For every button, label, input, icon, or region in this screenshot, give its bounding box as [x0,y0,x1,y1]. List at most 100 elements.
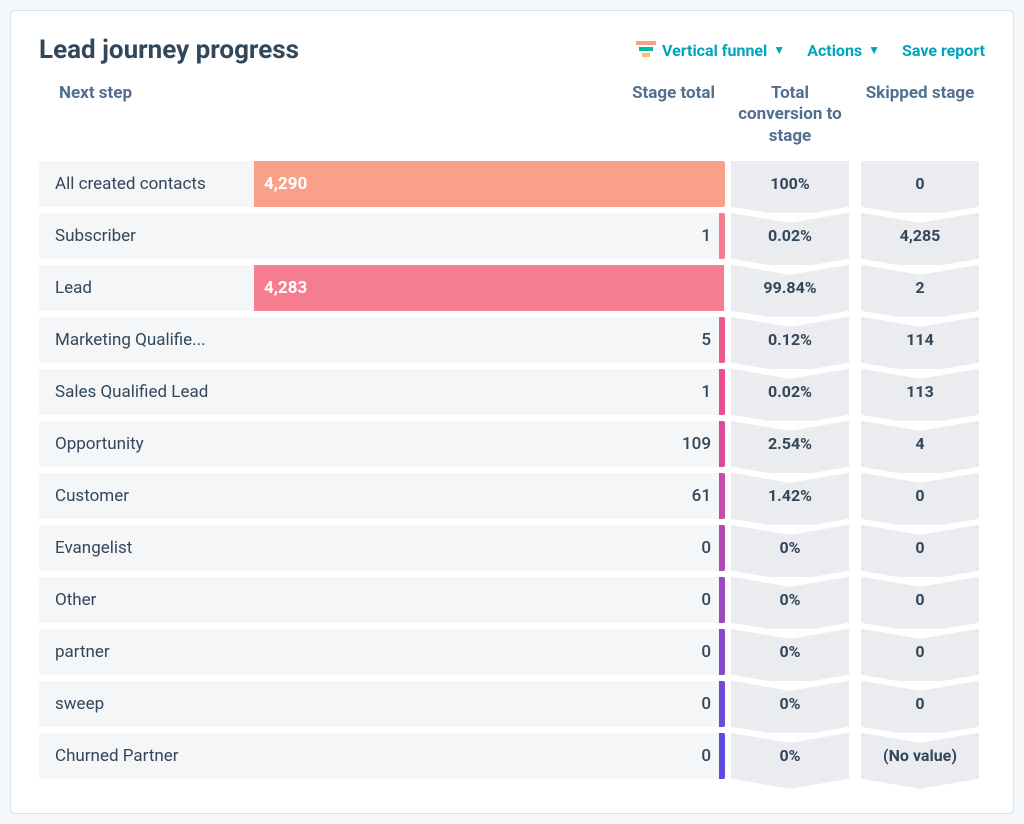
save-report-label: Save report [902,41,985,60]
funnel-row: Opportunity 109 2.54% 4 [39,421,985,467]
skipped-cell: 2 [855,265,985,311]
skipped-value: 0 [861,577,979,623]
stage-bar-cell[interactable]: Marketing Qualifie... 5 [39,317,725,363]
conversion-cell: 0% [725,629,855,675]
stage-bar-track: 4,283 [254,265,725,311]
skipped-cell: 113 [855,369,985,415]
skipped-value: 0 [861,525,979,571]
stage-bar-track: 0 [254,577,725,623]
actions-dropdown[interactable]: Actions ▼ [807,41,880,60]
funnel-row: Sales Qualified Lead 1 0.02% 113 [39,369,985,415]
stage-value: 0 [701,746,711,766]
stage-value: 0 [701,538,711,558]
stage-value: 1 [701,226,711,246]
skipped-value: 0 [861,629,979,675]
conversion-cell: 100% [725,161,855,207]
conversion-value: 0.12% [731,317,849,363]
stage-label: Churned Partner [39,733,254,779]
stage-bar-track: 0 [254,629,725,675]
actions-label: Actions [807,41,862,60]
conversion-value: 100% [731,161,849,207]
stage-tick [719,369,725,415]
stage-label: partner [39,629,254,675]
stage-label: Lead [39,265,254,311]
col-header-next-step[interactable]: Next step [39,83,269,103]
stage-tick [719,213,725,259]
col-header-stage-total[interactable]: Stage total [269,83,725,103]
stage-label: Evangelist [39,525,254,571]
stage-bar-cell[interactable]: Churned Partner 0 [39,733,725,779]
conversion-value: 0% [731,629,849,675]
stage-bar-track: 0 [254,681,725,727]
col-header-conversion[interactable]: Total conversion to stage [725,83,855,147]
stage-tick [719,577,725,623]
stage-bar-cell[interactable]: Evangelist 0 [39,525,725,571]
stage-tick [719,629,725,675]
funnel-row: Lead 4,283 99.84% 2 [39,265,985,311]
conversion-cell: 0% [725,577,855,623]
stage-bar-cell[interactable]: Customer 61 [39,473,725,519]
conversion-cell: 2.54% [725,421,855,467]
conversion-value: 0% [731,577,849,623]
stage-bar-track: 5 [254,317,725,363]
funnel-row: All created contacts 4,290 100% 0 [39,161,985,207]
conversion-value: 0.02% [731,213,849,259]
stage-bar-cell[interactable]: Subscriber 1 [39,213,725,259]
funnel-row: partner 0 0% 0 [39,629,985,675]
report-card: Lead journey progress Vertical funnel ▼ … [10,10,1014,814]
stage-label: sweep [39,681,254,727]
stage-value: 0 [701,642,711,662]
report-title: Lead journey progress [39,35,299,65]
stage-bar-cell[interactable]: sweep 0 [39,681,725,727]
funnel-row: Other 0 0% 0 [39,577,985,623]
stage-bar-cell[interactable]: Other 0 [39,577,725,623]
conversion-cell: 1.42% [725,473,855,519]
funnel-row: Churned Partner 0 0% (No value) [39,733,985,779]
save-report-button[interactable]: Save report [902,41,985,60]
vertical-funnel-label: Vertical funnel [662,41,767,60]
conversion-cell: 0.02% [725,213,855,259]
vertical-funnel-dropdown[interactable]: Vertical funnel ▼ [636,41,785,60]
stage-bar-track: 0 [254,733,725,779]
skipped-value: 113 [861,369,979,415]
stage-bar-fill: 4,283 [254,265,724,311]
conversion-cell: 0.02% [725,369,855,415]
conversion-value: 0% [731,525,849,571]
skipped-value: 0 [861,161,979,207]
stage-bar-cell[interactable]: Lead 4,283 [39,265,725,311]
conversion-cell: 0% [725,525,855,571]
stage-bar-track: 0 [254,525,725,571]
stage-value: 0 [701,590,711,610]
stage-tick [719,681,725,727]
stage-label: All created contacts [39,161,254,207]
skipped-value: 2 [861,265,979,311]
conversion-cell: 0.12% [725,317,855,363]
funnel-row: Subscriber 1 0.02% 4,285 [39,213,985,259]
stage-tick [719,473,725,519]
skipped-value: 0 [861,681,979,727]
stage-label: Opportunity [39,421,254,467]
stage-value: 61 [692,486,711,506]
caret-down-icon: ▼ [868,43,880,57]
stage-bar-cell[interactable]: All created contacts 4,290 [39,161,725,207]
stage-bar-track: 109 [254,421,725,467]
stage-tick [719,525,725,571]
stage-tick [719,421,725,467]
stage-bar-track: 1 [254,369,725,415]
stage-bar-cell[interactable]: partner 0 [39,629,725,675]
stage-label: Customer [39,473,254,519]
funnel-row: sweep 0 0% 0 [39,681,985,727]
stage-bar-cell[interactable]: Sales Qualified Lead 1 [39,369,725,415]
skipped-value: 4 [861,421,979,467]
funnel-row: Customer 61 1.42% 0 [39,473,985,519]
stage-bar-track: 1 [254,213,725,259]
conversion-value: 0% [731,681,849,727]
col-header-skipped[interactable]: Skipped stage [855,83,985,104]
skipped-cell: 0 [855,629,985,675]
skipped-cell: 0 [855,161,985,207]
stage-value: 0 [701,694,711,714]
stage-bar-cell[interactable]: Opportunity 109 [39,421,725,467]
funnel-rows: All created contacts 4,290 100% 0 Subscr… [39,161,985,779]
skipped-cell: 4,285 [855,213,985,259]
funnel-icon [636,41,656,59]
